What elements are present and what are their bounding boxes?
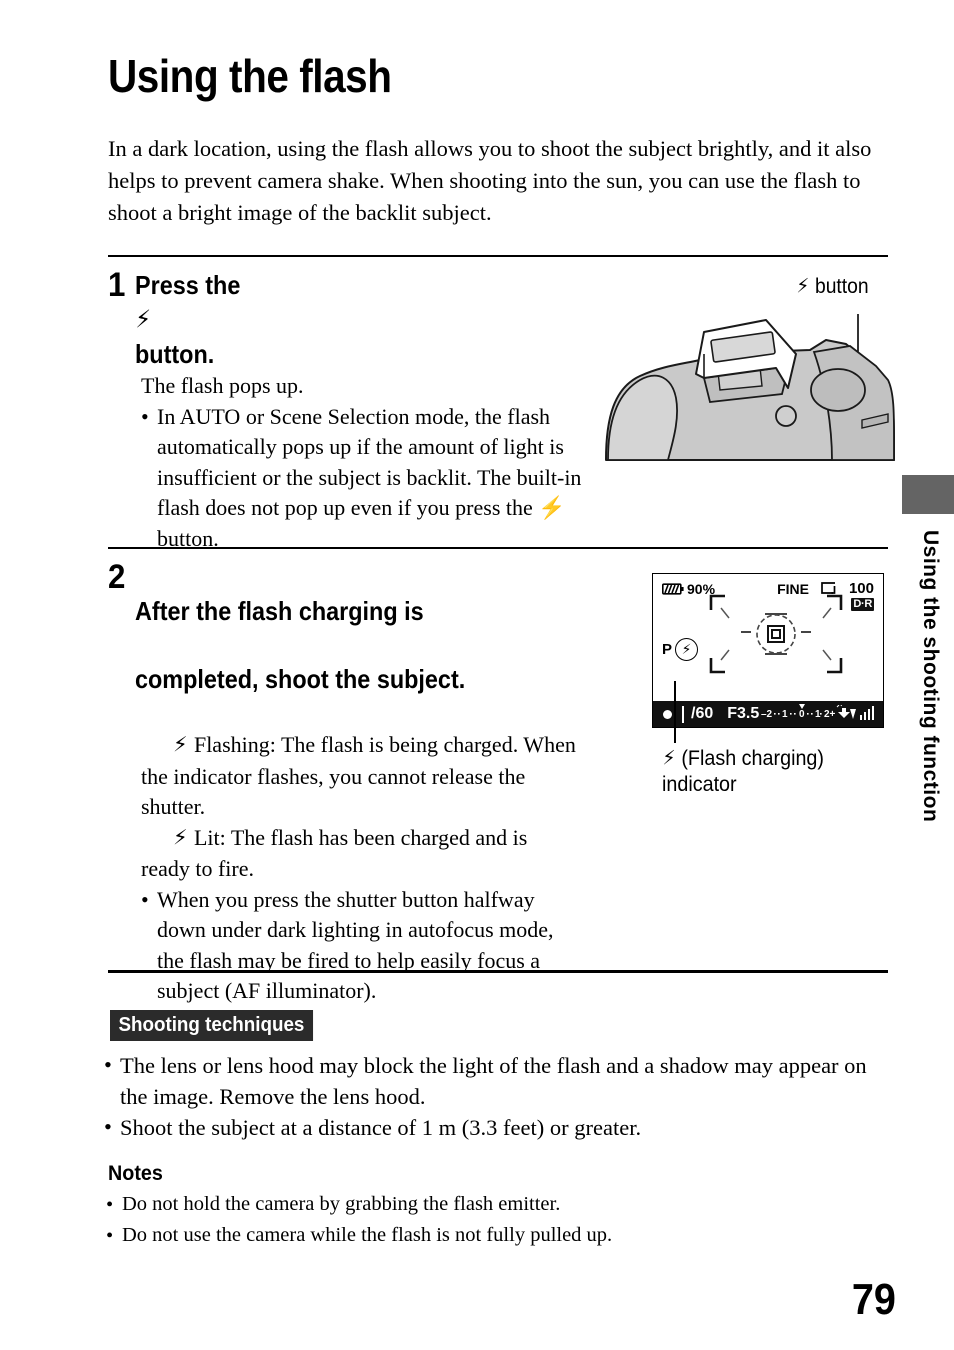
section-tab-label: Using the shooting function — [919, 530, 942, 823]
step-2-title-line2: completed, shoot the subject. — [134, 664, 466, 694]
flash-bolt-icon: ⚡ — [172, 826, 188, 850]
lcd-caption-line1-text: (Flash charging) — [681, 747, 824, 770]
step-1-heading: 1 Press the ⚡ button. — [108, 268, 588, 371]
af-area-graphic — [709, 594, 843, 674]
shooting-technique-text: The lens or lens hood may block the ligh… — [120, 1053, 867, 1109]
camera-illustration: ⚡ button — [600, 268, 900, 468]
lcd-caption-leader-line — [674, 681, 676, 743]
step-2-title-line1: After the flash charging is — [134, 596, 424, 626]
step-1-title-post: button. — [134, 339, 215, 369]
step-1-bullet-text: In AUTO or Scene Selection mode, the fla… — [157, 403, 582, 551]
bullet-dot-icon: • — [141, 886, 149, 912]
step-2: 2 After the flash charging is completed,… — [108, 560, 578, 1007]
step-1-title: Press the ⚡ button. — [135, 268, 240, 371]
lcd-status-bar: /60 F3.5 –2 1 0 1 2+ — [653, 701, 883, 727]
list-item: • Do not hold the camera by grabbing the… — [106, 1190, 846, 1221]
bullet-dot-icon: • — [106, 1224, 114, 1247]
bullet-dot-icon: • — [104, 1052, 112, 1077]
step-1-lead: The flash pops up. — [141, 373, 304, 398]
step-1-bullet: • In AUTO or Scene Selection mode, the f… — [141, 402, 588, 555]
page-number: 79 — [851, 1275, 896, 1324]
flash-bolt-icon: ⚡ — [135, 305, 151, 335]
svg-text:2+: 2+ — [824, 709, 835, 720]
manual-page: Using the flash In a dark location, usin… — [0, 0, 954, 1350]
step-2-title: After the flash charging is completed, s… — [135, 560, 465, 730]
notes-list: • Do not hold the camera by grabbing the… — [106, 1190, 846, 1251]
camera-callout-label: ⚡ button — [796, 274, 869, 299]
section-tab-marker — [902, 475, 954, 514]
exposure-mode-label: P — [662, 641, 673, 658]
step-2-para-1: ⚡ Flashing: The flash is being charged. … — [141, 730, 578, 823]
svg-text:1: 1 — [782, 709, 788, 720]
step-1: 1 Press the ⚡ button. The flash pops up.… — [108, 268, 588, 554]
list-item: • Shoot the subject at a distance of 1 m… — [104, 1112, 888, 1143]
lcd-caption-line1: ⚡ (Flash charging) — [662, 745, 897, 772]
shooting-techniques-list: • The lens or lens hood may block the li… — [104, 1050, 888, 1143]
camera-callout-text: button — [814, 275, 869, 298]
lcd-display-illustration: 90% FINE 100 D·R P ⚡ /60 F3.5 –2 1 0 1 2… — [652, 573, 884, 743]
step-1-number: 1 — [108, 266, 126, 304]
flash-bolt-icon: ⚡ — [662, 746, 676, 770]
lcd-caption-line2: indicator — [662, 773, 737, 796]
focus-confirm-icon — [663, 709, 672, 719]
step-2-para-2-text: Lit: The flash has been charged and is r… — [141, 824, 528, 882]
spot-metering-icon — [767, 625, 785, 643]
exposure-scale: –2 1 0 1 2+ — [761, 702, 836, 727]
svg-text:–2: –2 — [761, 709, 773, 720]
step-2-bullet: • When you press the shutter button half… — [141, 885, 578, 1007]
divider-top — [108, 255, 888, 257]
step-2-number: 2 — [108, 558, 126, 596]
step-1-title-pre: Press the — [134, 270, 241, 300]
bullet-dot-icon: • — [104, 1114, 112, 1139]
bullet-dot-icon: • — [141, 403, 149, 429]
notes-heading: Notes — [108, 1162, 163, 1185]
bullet-dot-icon: • — [106, 1194, 114, 1216]
shooting-techniques-badge: Shooting techniques — [110, 1010, 313, 1041]
steady-shot-indicator — [836, 705, 876, 723]
flash-bolt-icon: ⚡ — [172, 733, 188, 758]
intro-paragraph: In a dark location, using the flash allo… — [108, 136, 872, 225]
ev-scale-graphic: –2 1 0 1 2+ — [761, 703, 836, 720]
svg-text:0: 0 — [799, 709, 805, 720]
lcd-screen: 90% FINE 100 D·R P ⚡ /60 F3.5 –2 1 0 1 2… — [652, 573, 884, 728]
list-item: • The lens or lens hood may block the li… — [104, 1050, 888, 1112]
lcd-upper-area: 90% FINE 100 D·R P ⚡ — [653, 574, 883, 692]
flash-charging-indicator-icon: ⚡ — [675, 638, 699, 661]
step-2-para-1-text: Flashing: The flash is being charged. Wh… — [141, 732, 576, 819]
flash-bolt-icon: ⚡ — [796, 274, 810, 298]
note-text: Do not use the camera while the flash is… — [122, 1223, 613, 1246]
shutter-speed-value: /60 — [691, 705, 714, 722]
step-2-bullet-text: When you press the shutter button halfwa… — [157, 886, 554, 1004]
list-item: • Do not use the camera while the flash … — [106, 1221, 846, 1252]
page-title: Using the flash — [108, 50, 392, 102]
step-2-para-2: ⚡ Lit: The flash has been charged and is… — [141, 823, 578, 885]
step-1-body: The flash pops up. • In AUTO or Scene Se… — [141, 371, 588, 554]
aperture-value: F3.5 — [727, 705, 760, 722]
shooting-technique-text: Shoot the subject at a distance of 1 m (… — [120, 1115, 642, 1140]
step-2-heading: 2 After the flash charging is completed,… — [108, 560, 578, 730]
steady-shot-icon — [836, 705, 874, 720]
lcd-mode-group: P ⚡ — [662, 638, 699, 661]
step-2-body: ⚡ Flashing: The flash is being charged. … — [141, 730, 578, 1007]
status-bar-divider — [682, 705, 684, 723]
lcd-caption: ⚡ (Flash charging) indicator — [662, 745, 897, 798]
note-text: Do not hold the camera by grabbing the f… — [122, 1193, 561, 1215]
